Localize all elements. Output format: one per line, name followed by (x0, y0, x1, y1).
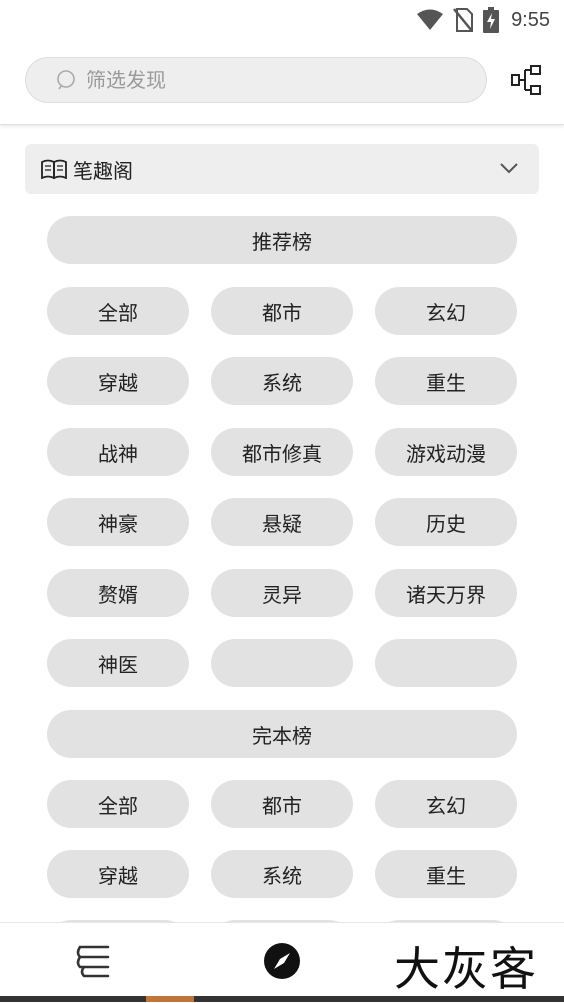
source-name: 笔趣阁 (73, 158, 133, 183)
chip[interactable]: 战神 (47, 428, 189, 476)
search-input[interactable] (84, 67, 448, 93)
search-bar[interactable] (25, 57, 487, 103)
nav-discover[interactable] (260, 941, 304, 985)
gesture-accent (146, 996, 194, 1002)
battery-charging-icon (483, 7, 500, 33)
watermark-logo: 大灰客 (394, 942, 538, 996)
nav-bookshelf[interactable] (72, 941, 116, 985)
chip[interactable]: 重生 (375, 357, 517, 405)
header (0, 40, 564, 125)
discover-content: 推荐榜 全部 都市 玄幻 穿越 系统 重生 战神 都市修真 游戏动漫 神豪 悬疑… (0, 194, 564, 922)
chevron-down-icon[interactable] (499, 158, 519, 178)
section-header-completed[interactable]: 完本榜 (47, 710, 517, 758)
chip[interactable]: 神豪 (47, 498, 189, 546)
chip[interactable]: 诸天万界 (375, 569, 517, 617)
wifi-icon (417, 9, 444, 31)
tree-structure-icon (510, 64, 542, 100)
chip[interactable]: 重生 (375, 850, 517, 898)
chip[interactable]: 穿越 (47, 357, 189, 405)
bottom-navigation: 大灰客 (0, 922, 564, 1003)
chip[interactable]: 都市修真 (211, 428, 353, 476)
chip[interactable]: 灵异 (211, 569, 353, 617)
chip[interactable]: 系统 (211, 850, 353, 898)
chip[interactable]: 玄幻 (375, 287, 517, 335)
status-clock: 9:55 (511, 8, 550, 31)
search-icon (56, 69, 78, 91)
open-book-icon (41, 159, 67, 179)
chip[interactable]: 游戏动漫 (375, 428, 517, 476)
chip[interactable]: 悬疑 (211, 498, 353, 546)
chip[interactable]: 历史 (375, 498, 517, 546)
chip[interactable] (375, 639, 517, 687)
no-sim-icon (453, 8, 474, 32)
chip[interactable]: 都市 (211, 287, 353, 335)
tree-structure-button[interactable] (508, 64, 544, 100)
system-gesture-bar (0, 996, 564, 1002)
compass-icon (262, 941, 302, 985)
chip[interactable]: 神医 (47, 639, 189, 687)
chip[interactable]: 穿越 (47, 850, 189, 898)
chip[interactable]: 全部 (47, 780, 189, 828)
chip[interactable]: 玄幻 (375, 780, 517, 828)
chip[interactable]: 都市 (211, 780, 353, 828)
chip[interactable]: 系统 (211, 357, 353, 405)
section-header-recommend[interactable]: 推荐榜 (47, 216, 517, 264)
chip[interactable]: 全部 (47, 287, 189, 335)
chip[interactable] (211, 639, 353, 687)
source-selector[interactable]: 笔趣阁 (25, 144, 539, 194)
bookshelf-icon (74, 941, 114, 985)
status-bar: 9:55 (0, 0, 564, 40)
chip[interactable]: 赘婿 (47, 569, 189, 617)
